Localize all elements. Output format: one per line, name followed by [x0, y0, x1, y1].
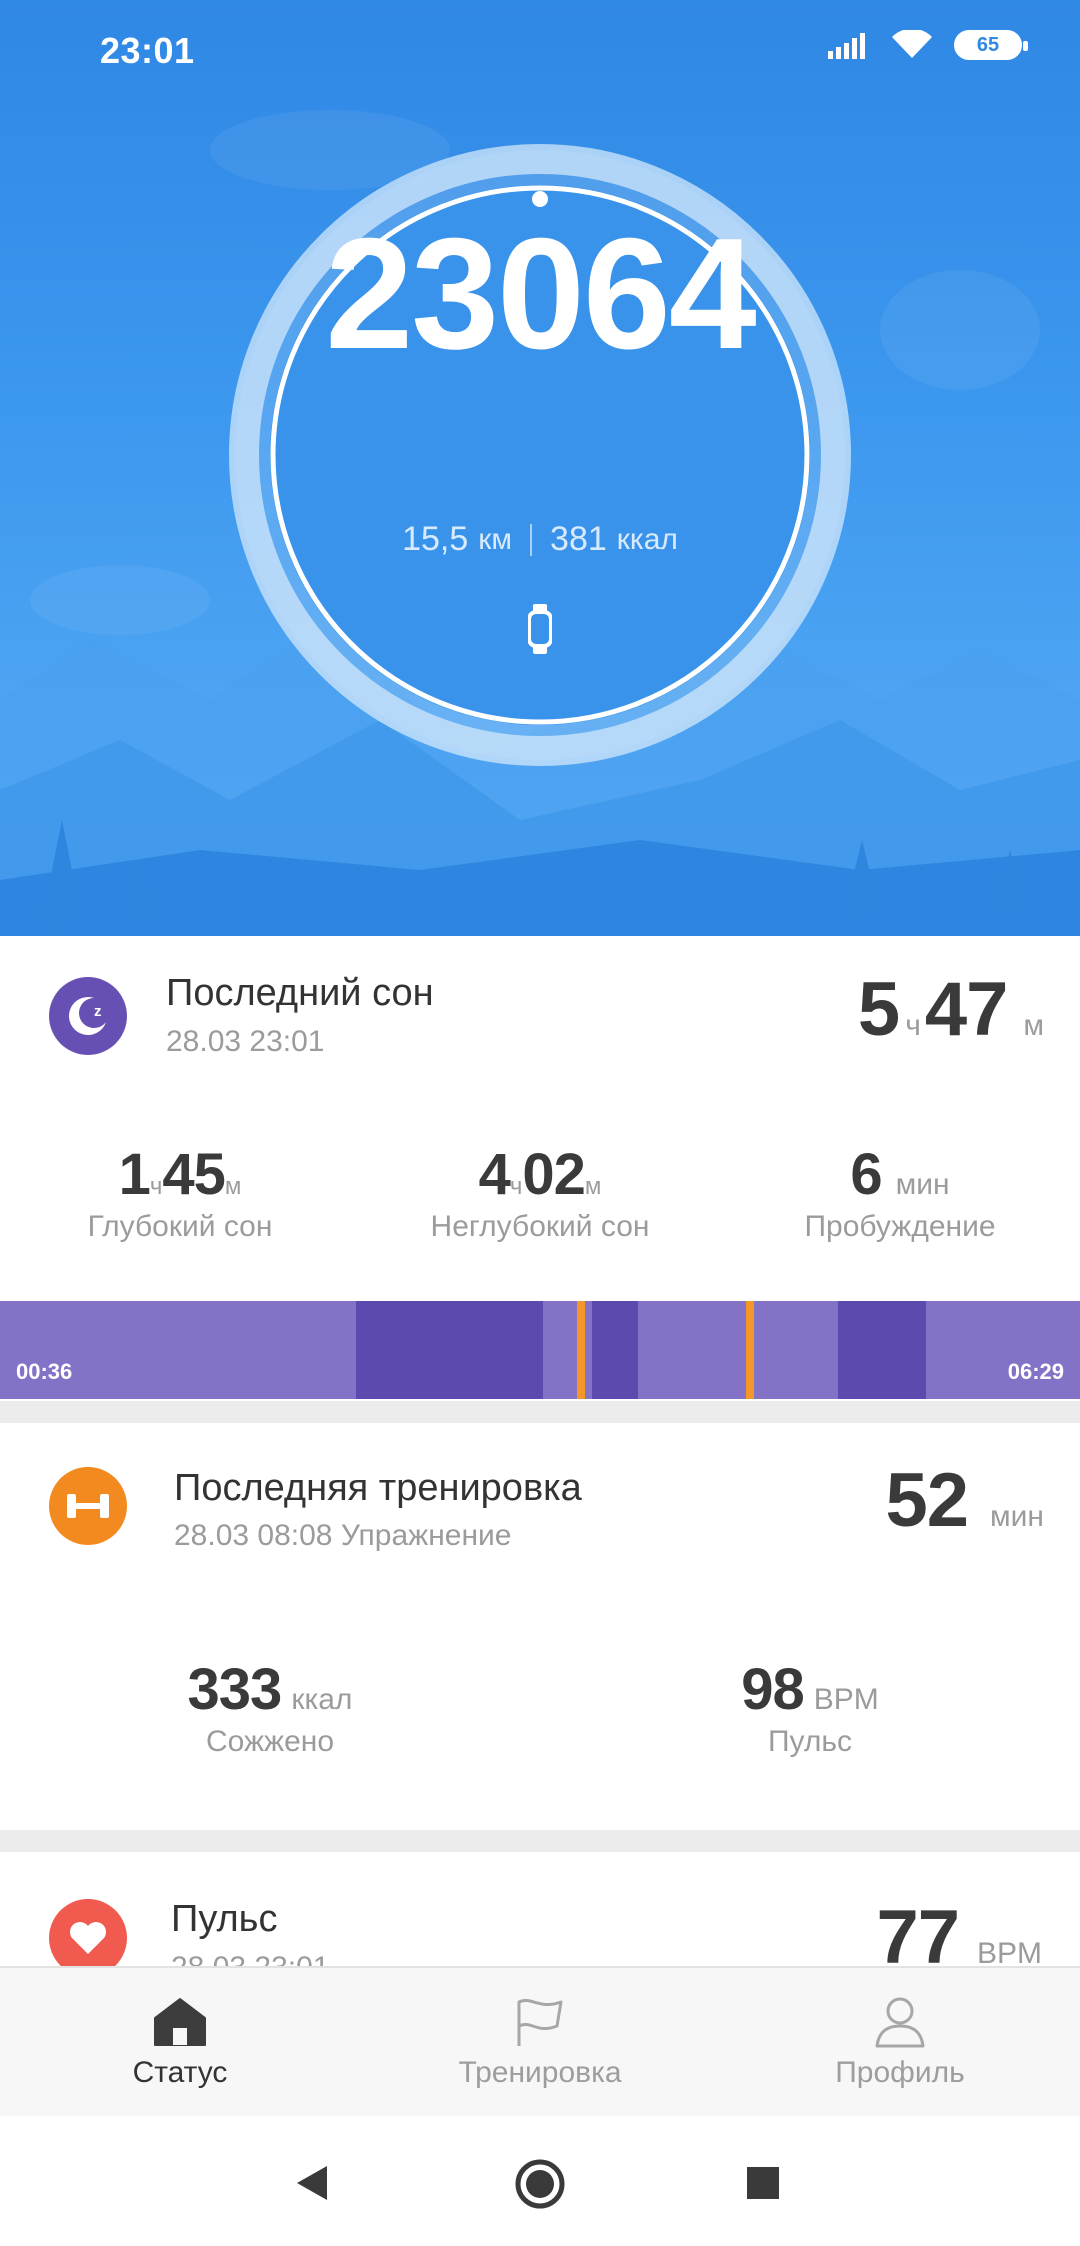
workout-pulse-stat: 98 BPM Пульс [660, 1656, 960, 1759]
calories-burned-unit: ккал [291, 1683, 353, 1716]
light-sleep-hours-unit: ч [509, 1173, 523, 1200]
recents-icon[interactable] [747, 2167, 779, 2199]
deep-sleep-label: Глубокий сон [87, 1210, 273, 1243]
awake-value: 6 [850, 1142, 882, 1207]
calories-value: 381 [550, 520, 607, 558]
light-sleep-stat: 4 ч 02 м Неглубокий сон [390, 1141, 690, 1244]
home-circle-icon[interactable] [514, 2158, 566, 2210]
sleep-timeline[interactable]: 00:36 06:29 [0, 1301, 1080, 1399]
awake-segment [577, 1301, 585, 1399]
tab-workout-label: Тренировка [458, 2056, 622, 2089]
awake-stat: 6 мин Пробуждение [750, 1141, 1050, 1244]
workout-duration-value: 52 [885, 1458, 970, 1543]
battery-icon: 65 [954, 30, 1028, 60]
sleep-date: 28.03 23:01 [166, 1025, 325, 1058]
tab-status-label: Статус [132, 2056, 228, 2089]
status-time: 23:01 [100, 30, 195, 71]
awake-unit: мин [895, 1168, 950, 1201]
calories-burned-label: Сожжено [205, 1725, 335, 1758]
tab-profile[interactable]: Профиль [720, 1968, 1080, 2118]
light-sleep-hours: 4 [478, 1142, 511, 1207]
heart-title: Пульс [171, 1898, 278, 1940]
deep-sleep-segment [838, 1301, 926, 1399]
back-icon[interactable] [295, 2164, 329, 2202]
svg-text:z: z [94, 1003, 102, 1020]
system-navigation-bar [0, 2116, 1080, 2246]
timeline-start: 00:36 [16, 1359, 73, 1384]
steps-count: 23064 [325, 206, 756, 382]
light-sleep-label: Неглубокий сон [430, 1210, 650, 1243]
workout-card[interactable]: Последняя тренировка 28.03 08:08 Упражне… [0, 1423, 1080, 1830]
deep-sleep-minutes-unit: м [224, 1173, 242, 1200]
light-sleep-minutes: 02 [522, 1142, 586, 1207]
workout-pulse-value: 98 [741, 1657, 805, 1722]
timeline-end: 06:29 [1007, 1359, 1064, 1384]
tab-status[interactable]: Статус [0, 1968, 360, 2118]
band-icon [528, 604, 552, 654]
sleep-total-hours: 5 [857, 967, 900, 1052]
calories-unit: ккал [616, 522, 678, 556]
home-icon [154, 1998, 206, 2046]
sleep-total: 5 ч 47 м [858, 966, 1044, 1053]
wifi-icon [892, 30, 932, 58]
calories-burned-stat: 333 ккал Сожжено [120, 1656, 420, 1759]
flag-icon [517, 1999, 563, 2046]
deep-sleep-segment [592, 1301, 638, 1399]
sleep-title: Последний сон [166, 972, 434, 1014]
workout-pulse-label: Пульс [767, 1725, 853, 1758]
person-icon [875, 1997, 925, 2048]
activity-substats: 15,5 км 381 ккал [0, 520, 1080, 559]
awake-label: Пробуждение [804, 1210, 996, 1243]
sleep-total-hours-unit: ч [905, 1009, 921, 1042]
deep-sleep-stat: 1 ч 45 м Глубокий сон [30, 1141, 330, 1244]
workout-title: Последняя тренировка [174, 1467, 582, 1509]
screen: 23:01 65 23064 15,5 км 381 ккал z Послед… [0, 0, 1080, 2246]
workout-subtitle: 28.03 08:08 Упражнение [174, 1519, 512, 1552]
distance-value: 15,5 [402, 520, 469, 558]
workout-pulse-unit: BPM [813, 1683, 879, 1716]
signal-icon [828, 33, 865, 59]
light-sleep-minutes-unit: м [584, 1173, 602, 1200]
bottom-tab-bar: Статус Тренировка Профиль [0, 1966, 1080, 2116]
deep-sleep-segment [356, 1301, 543, 1399]
tab-profile-label: Профиль [835, 2056, 965, 2089]
moon-icon: z [49, 977, 127, 1055]
deep-sleep-hours: 1 [118, 1142, 151, 1207]
activity-header: 23:01 65 23064 15,5 км 381 ккал [0, 0, 1080, 936]
divider [530, 523, 533, 556]
sleep-total-minutes-unit: м [1023, 1009, 1044, 1042]
deep-sleep-minutes: 45 [162, 1142, 226, 1207]
workout-duration-unit: мин [990, 1500, 1044, 1533]
battery-level: 65 [976, 33, 1000, 56]
sleep-total-minutes: 47 [924, 967, 1009, 1052]
deep-sleep-hours-unit: ч [149, 1173, 163, 1200]
status-bar: 23:01 65 [0, 0, 1080, 100]
distance-unit: км [478, 522, 513, 556]
tab-workout[interactable]: Тренировка [360, 1968, 720, 2118]
dumbbell-icon [49, 1467, 127, 1545]
workout-duration: 52 мин [886, 1457, 1045, 1544]
calories-burned-value: 333 [187, 1657, 283, 1722]
awake-segment [746, 1301, 754, 1399]
